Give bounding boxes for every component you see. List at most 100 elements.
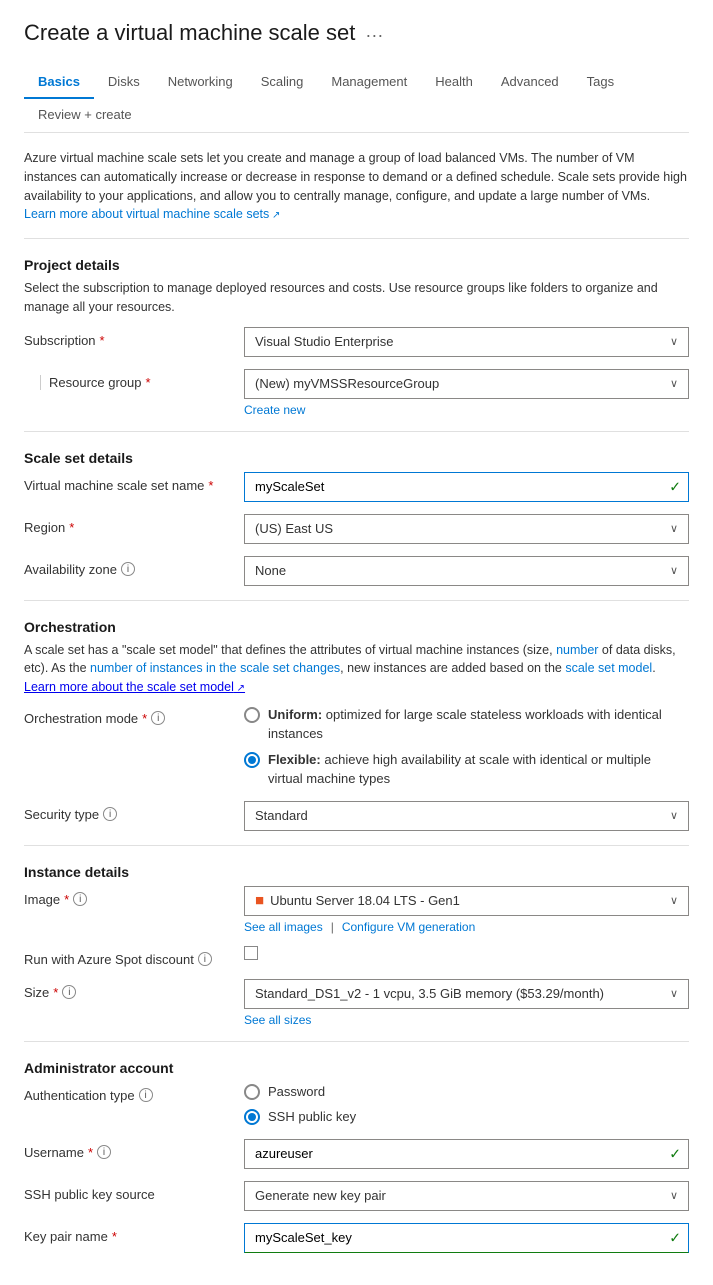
tab-scaling[interactable]: Scaling	[247, 66, 318, 99]
learn-scale-set-link[interactable]: Learn more about the scale set model	[24, 680, 245, 694]
ssh-source-select[interactable]: Generate new key pair ∨	[244, 1181, 689, 1211]
username-input[interactable]	[244, 1139, 689, 1169]
subscription-control: Visual Studio Enterprise ∨	[244, 327, 689, 357]
more-options-icon[interactable]: ···	[365, 25, 383, 46]
size-control: Standard_DS1_v2 - 1 vcpu, 3.5 GiB memory…	[244, 979, 689, 1027]
tab-tags[interactable]: Tags	[573, 66, 628, 99]
az-row: Availability zone i None ∨	[24, 556, 689, 586]
ssh-source-control: Generate new key pair ∨	[244, 1181, 689, 1211]
learn-more-link[interactable]: Learn more about virtual machine scale s…	[24, 207, 280, 221]
vm-name-control: ✓	[244, 472, 689, 502]
ssh-source-label: SSH public key source	[24, 1181, 244, 1202]
chevron-down-icon: ∨	[670, 894, 678, 907]
orch-mode-info-icon[interactable]: i	[151, 711, 165, 725]
username-info-icon[interactable]: i	[97, 1145, 111, 1159]
security-type-info-icon[interactable]: i	[103, 807, 117, 821]
security-type-select[interactable]: Standard ∨	[244, 801, 689, 831]
security-type-row: Security type i Standard ∨	[24, 801, 689, 831]
create-new-link[interactable]: Create new	[244, 403, 689, 417]
orchestration-mode-radio-group: Uniform: optimized for large scale state…	[244, 705, 689, 789]
vm-name-input-wrapper: ✓	[244, 472, 689, 502]
resource-group-required: *	[146, 375, 151, 390]
valid-check-icon: ✓	[669, 1145, 681, 1162]
region-required: *	[69, 520, 74, 535]
subscription-row: Subscription * Visual Studio Enterprise …	[24, 327, 689, 357]
vm-name-row: Virtual machine scale set name * ✓	[24, 472, 689, 502]
chevron-down-icon: ∨	[670, 809, 678, 822]
size-info-icon[interactable]: i	[62, 985, 76, 999]
spot-discount-label: Run with Azure Spot discount i	[24, 946, 244, 967]
az-info-icon[interactable]: i	[121, 562, 135, 576]
spot-discount-row: Run with Azure Spot discount i	[24, 946, 689, 967]
project-details-desc: Select the subscription to manage deploy…	[24, 279, 689, 317]
spot-control	[244, 946, 689, 960]
orchestration-mode-control: Uniform: optimized for large scale state…	[244, 705, 689, 789]
radio-flexible-circle	[244, 752, 260, 768]
vm-name-input[interactable]	[244, 472, 689, 502]
subscription-required: *	[100, 333, 105, 348]
chevron-down-icon: ∨	[670, 377, 678, 390]
region-select[interactable]: (US) East US ∨	[244, 514, 689, 544]
see-all-sizes-link[interactable]: See all sizes	[244, 1013, 311, 1027]
configure-vm-link[interactable]: Configure VM generation	[342, 920, 475, 934]
az-control: None ∨	[244, 556, 689, 586]
radio-password[interactable]: Password	[244, 1082, 689, 1102]
section-admin-account: Administrator account	[24, 1060, 689, 1076]
radio-ssh-label: SSH public key	[268, 1107, 356, 1127]
orchestration-mode-row: Orchestration mode * i Uniform: optimize…	[24, 705, 689, 789]
key-pair-input-wrapper: ✓	[244, 1223, 689, 1253]
auth-type-info-icon[interactable]: i	[139, 1088, 153, 1102]
auth-type-label: Authentication type i	[24, 1082, 244, 1103]
size-select[interactable]: Standard_DS1_v2 - 1 vcpu, 3.5 GiB memory…	[244, 979, 689, 1009]
vm-name-label: Virtual machine scale set name *	[24, 472, 244, 493]
security-type-label: Security type i	[24, 801, 244, 822]
username-control: ✓	[244, 1139, 689, 1169]
key-pair-label: Key pair name *	[24, 1223, 244, 1244]
tab-networking[interactable]: Networking	[154, 66, 247, 99]
chevron-down-icon: ∨	[670, 335, 678, 348]
see-all-images-link[interactable]: See all images	[244, 920, 323, 934]
username-label: Username * i	[24, 1139, 244, 1160]
divider-1	[24, 238, 689, 239]
tab-disks[interactable]: Disks	[94, 66, 154, 99]
spot-checkbox-box	[244, 946, 258, 960]
image-select[interactable]: ■ Ubuntu Server 18.04 LTS - Gen1 ∨	[244, 886, 689, 916]
radio-uniform[interactable]: Uniform: optimized for large scale state…	[244, 705, 689, 744]
key-pair-required: *	[112, 1229, 117, 1244]
resource-group-select[interactable]: (New) myVMSSResourceGroup ∨	[244, 369, 689, 399]
image-info-icon[interactable]: i	[73, 892, 87, 906]
page-title: Create a virtual machine scale set	[24, 20, 355, 46]
ubuntu-icon: ■	[255, 892, 264, 909]
tab-basics[interactable]: Basics	[24, 66, 94, 99]
section-instance-details: Instance details	[24, 864, 689, 880]
username-row: Username * i ✓	[24, 1139, 689, 1169]
chevron-down-icon: ∨	[670, 564, 678, 577]
size-row: Size * i Standard_DS1_v2 - 1 vcpu, 3.5 G…	[24, 979, 689, 1027]
key-pair-row: Key pair name * ✓	[24, 1223, 689, 1253]
radio-ssh[interactable]: SSH public key	[244, 1107, 689, 1127]
tab-review[interactable]: Review + create	[24, 99, 146, 132]
spot-info-icon[interactable]: i	[198, 952, 212, 966]
divider-2	[24, 431, 689, 432]
orchestration-mode-label: Orchestration mode * i	[24, 705, 244, 726]
size-required: *	[53, 985, 58, 1000]
subscription-select[interactable]: Visual Studio Enterprise ∨	[244, 327, 689, 357]
region-label: Region *	[24, 514, 244, 535]
spot-checkbox[interactable]	[244, 946, 689, 960]
auth-type-control: Password SSH public key	[244, 1082, 689, 1127]
region-control: (US) East US ∨	[244, 514, 689, 544]
az-select[interactable]: None ∨	[244, 556, 689, 586]
key-pair-input[interactable]	[244, 1223, 689, 1253]
tab-management[interactable]: Management	[317, 66, 421, 99]
page-description: Azure virtual machine scale sets let you…	[24, 149, 689, 224]
radio-uniform-circle	[244, 707, 260, 723]
image-row: Image * i ■ Ubuntu Server 18.04 LTS - Ge…	[24, 886, 689, 934]
section-orchestration: Orchestration	[24, 619, 689, 635]
divider-5	[24, 1041, 689, 1042]
tabs-nav: Basics Disks Networking Scaling Manageme…	[24, 66, 689, 133]
username-required: *	[88, 1145, 93, 1160]
radio-flexible[interactable]: Flexible: achieve high availability at s…	[244, 750, 689, 789]
tab-advanced[interactable]: Advanced	[487, 66, 573, 99]
tab-health[interactable]: Health	[421, 66, 487, 99]
radio-password-circle	[244, 1084, 260, 1100]
